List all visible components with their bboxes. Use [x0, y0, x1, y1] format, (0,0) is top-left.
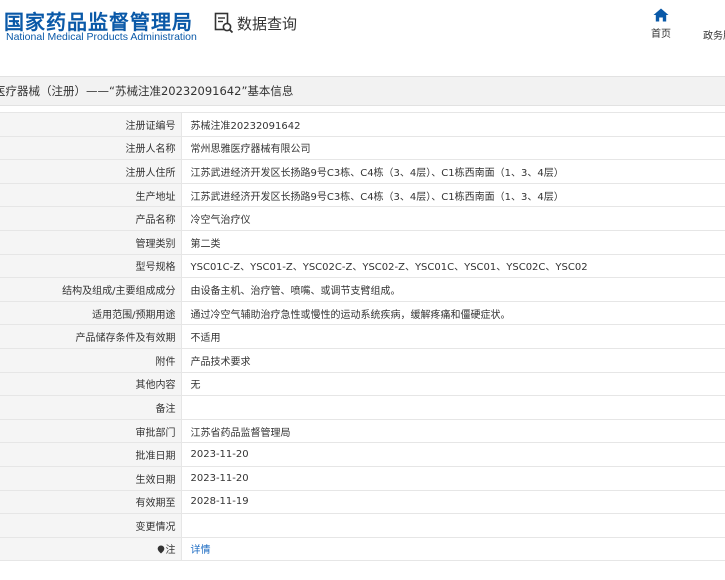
row-label: 注册证编号: [0, 112, 182, 137]
row-value: YSC01C-Z、YSC01-Z、YSC02C-Z、YSC02-Z、YSC01C…: [181, 254, 725, 279]
table-row: 注册人住所 江苏武进经济开发区长扬路9号C3栋、C4栋（3、4层）、C1栋西南面…: [0, 159, 725, 184]
row-label: 注册人名称: [0, 136, 182, 161]
nav-home[interactable]: 首页: [646, 8, 676, 40]
row-label: 附件: [0, 348, 182, 373]
row-label: 其他内容: [0, 372, 182, 397]
table-row: 生效日期 2023-11-20: [0, 466, 725, 491]
row-value: 不适用: [181, 324, 725, 349]
row-label: 型号规格: [0, 254, 182, 279]
row-value: 产品技术要求: [181, 348, 725, 373]
note-label-text: 注: [165, 544, 176, 556]
breadcrumb: 医疗器械（注册）——“苏械注准20232091642”基本信息: [0, 84, 294, 98]
row-value: 江苏省药品监督管理局: [181, 419, 725, 444]
row-value: 苏械注准20232091642: [181, 112, 725, 137]
table-row: 备注: [0, 395, 725, 420]
table-row: 适用范围/预期用途 通过冷空气辅助治疗急性或慢性的运动系统疾病，缓解疼痛和僵硬症…: [0, 301, 725, 326]
row-value: 无: [181, 372, 725, 397]
breadcrumb-bar: 医疗器械（注册）——“苏械注准20232091642”基本信息: [0, 76, 725, 106]
table-row: 注册人名称 常州思雅医疗器械有限公司: [0, 136, 725, 161]
row-value: 由设备主机、治疗管、喷嘴、或调节支臂组成。: [181, 277, 725, 302]
details-link[interactable]: 详情: [191, 545, 211, 556]
row-label: 产品名称: [0, 206, 182, 231]
row-value: 第二类: [181, 230, 725, 255]
table-row: 附件 产品技术要求: [0, 348, 725, 373]
table-row: 有效期至 2028-11-19: [0, 490, 725, 515]
table-row: 注 详情: [0, 537, 725, 562]
site-header: 国家药品监督管理局 National Medical Products Admi…: [0, 0, 725, 76]
table-row: 产品名称 冷空气治疗仪: [0, 206, 725, 231]
row-value: 江苏武进经济开发区长扬路9号C3栋、C4栋（3、4层）、C1栋西南面（1、3、4…: [181, 183, 725, 208]
site-logo-subtitle[interactable]: National Medical Products Administration: [6, 31, 197, 43]
nav-government-service[interactable]: 政务服: [703, 27, 725, 42]
data-query-label: 数据查询: [237, 14, 298, 33]
home-icon: [646, 8, 676, 22]
row-value: [181, 395, 725, 420]
row-value: 2023-11-20: [181, 442, 725, 467]
row-label: 批准日期: [0, 442, 182, 467]
row-label: 适用范围/预期用途: [0, 301, 182, 326]
row-label: 结构及组成/主要组成成分: [0, 277, 182, 302]
row-value: 2023-11-20: [181, 466, 725, 491]
table-row: 审批部门 江苏省药品监督管理局: [0, 419, 725, 444]
table-row: 批准日期 2023-11-20: [0, 442, 725, 467]
data-query-link[interactable]: 数据查询: [214, 10, 297, 36]
row-label: 审批部门: [0, 419, 182, 444]
row-value: 2028-11-19: [181, 490, 725, 515]
table-row: 其他内容 无: [0, 372, 725, 397]
row-label-note: 注: [0, 537, 182, 562]
document-search-icon: [214, 12, 234, 34]
row-value: 通过冷空气辅助治疗急性或慢性的运动系统疾病，缓解疼痛和僵硬症状。: [181, 301, 725, 326]
row-value: 详情: [181, 537, 725, 562]
row-label: 变更情况: [0, 513, 182, 538]
row-label: 备注: [0, 395, 182, 420]
row-label: 管理类别: [0, 230, 182, 255]
row-label: 生效日期: [0, 466, 182, 491]
row-value: 冷空气治疗仪: [181, 206, 725, 231]
table-row: 产品储存条件及有效期 不适用: [0, 324, 725, 349]
row-value: 常州思雅医疗器械有限公司: [181, 136, 725, 161]
nav-home-label: 首页: [651, 29, 671, 40]
registration-info-table: 注册证编号 苏械注准20232091642 注册人名称 常州思雅医疗器械有限公司…: [0, 112, 725, 562]
table-row: 生产地址 江苏武进经济开发区长扬路9号C3栋、C4栋（3、4层）、C1栋西南面（…: [0, 183, 725, 208]
row-label: 产品储存条件及有效期: [0, 324, 182, 349]
table-row: 管理类别 第二类: [0, 230, 725, 255]
table-row: 注册证编号 苏械注准20232091642: [0, 112, 725, 137]
row-label: 生产地址: [0, 183, 182, 208]
table-row: 型号规格 YSC01C-Z、YSC01-Z、YSC02C-Z、YSC02-Z、Y…: [0, 254, 725, 279]
row-label: 有效期至: [0, 490, 182, 515]
table-row: 结构及组成/主要组成成分 由设备主机、治疗管、喷嘴、或调节支臂组成。: [0, 277, 725, 302]
info-dot-icon: [157, 545, 165, 557]
row-value: 江苏武进经济开发区长扬路9号C3栋、C4栋（3、4层）、C1栋西南面（1、3、4…: [181, 159, 725, 184]
row-value: [181, 513, 725, 538]
table-row: 变更情况: [0, 513, 725, 538]
row-label: 注册人住所: [0, 159, 182, 184]
